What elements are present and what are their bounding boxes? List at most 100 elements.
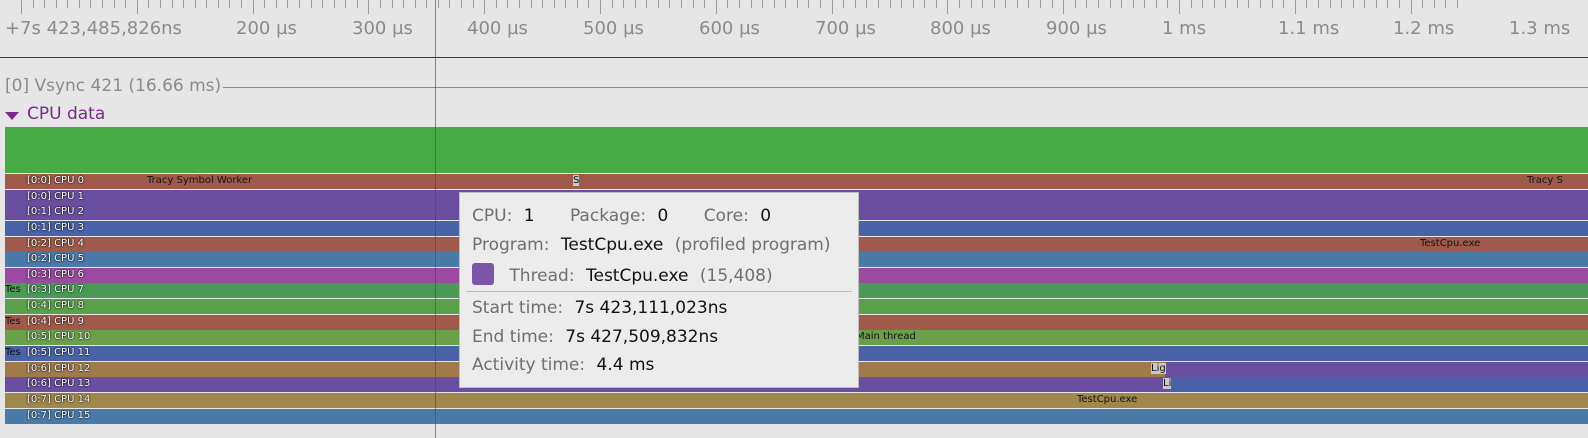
- cpu-row-label: [0:1] CPU 3: [27, 221, 84, 233]
- tooltip-cpu-value: 1: [523, 206, 535, 226]
- cpu-row[interactable]: [0:7] CPU 15: [5, 408, 1588, 424]
- ruler-tick: [1434, 0, 1435, 8]
- cpu-row-label: [0:4] CPU 8: [27, 300, 84, 312]
- cpu-row-label: [0:6] CPU 13: [27, 378, 91, 390]
- ruler-tick-label: 700 µs: [815, 18, 876, 39]
- ruler-tick: [1353, 0, 1354, 8]
- cpu-segment-label: Lig: [1151, 362, 1166, 374]
- ruler-tick: [1214, 0, 1215, 8]
- ruler-tick: [1179, 0, 1180, 14]
- cpu-segment[interactable]: [1165, 361, 1588, 377]
- cpu-segment-label: S: [573, 175, 580, 186]
- ruler-tick: [612, 0, 613, 8]
- ruler-tick: [368, 0, 369, 14]
- cpu-segment[interactable]: [1169, 377, 1588, 393]
- cpu-row[interactable]: [0:7] CPU 14 TestCpu.exe: [5, 392, 1588, 408]
- ruler-tick: [148, 0, 149, 8]
- cpu-row-label: [0:2] CPU 5: [27, 253, 84, 265]
- ruler-tick: [832, 0, 833, 14]
- ruler-tick: [1086, 0, 1087, 8]
- ruler-tick: [392, 0, 393, 8]
- cpu-row-label: [0:0] CPU 1: [27, 190, 84, 202]
- timeline-cursor-line: [435, 0, 436, 438]
- ruler-tick: [79, 0, 80, 8]
- tooltip-activity-value: 4.4 ms: [596, 355, 655, 375]
- collapse-triangle-icon[interactable]: [5, 112, 19, 120]
- ruler-tick: [1272, 0, 1273, 8]
- cpu-usage-graph[interactable]: [5, 127, 1588, 173]
- vsync-label: [0] Vsync 421 (16.66 ms): [5, 76, 224, 96]
- ruler-tick: [496, 0, 497, 8]
- ruler-tick: [172, 0, 173, 8]
- tooltip-core-key: Core:: [703, 206, 749, 226]
- ruler-tick: [299, 0, 300, 8]
- ruler-tick: [253, 0, 254, 14]
- ruler-tick: [936, 0, 937, 8]
- cpu-segment-label: Tracy S: [1527, 175, 1563, 186]
- cpu-row-label: [0:1] CPU 2: [27, 206, 84, 218]
- tooltip-program-value: TestCpu.exe: [560, 235, 664, 255]
- ruler-tick: [774, 0, 775, 8]
- ruler-tick: [600, 0, 601, 14]
- tooltip-start-line: Start time: 7s 423,111,023ns: [472, 298, 727, 318]
- cpu-row-label: [0:3] CPU 7: [27, 284, 84, 296]
- cpu-data-title: CPU data: [27, 104, 106, 124]
- vsync-row[interactable]: [0] Vsync 421 (16.66 ms): [0, 74, 1588, 98]
- ruler-tick: [1411, 0, 1412, 14]
- cpu-row-label: [0:6] CPU 12: [27, 362, 91, 374]
- ruler-tick: [565, 0, 566, 8]
- ruler-tick: [1260, 0, 1261, 8]
- ruler-tick: [102, 0, 103, 8]
- ruler-tick: [461, 0, 462, 8]
- tooltip-start-value: 7s 423,111,023ns: [574, 298, 728, 318]
- cpu-row-label: [0:3] CPU 6: [27, 268, 84, 280]
- tooltip-thread-key: Thread:: [509, 266, 575, 286]
- ruler-tick: [1133, 0, 1134, 8]
- ruler-tick: [751, 0, 752, 8]
- ruler-tick: [785, 0, 786, 8]
- cpu-segment-label: Tes: [5, 315, 21, 327]
- tooltip-end-line: End time: 7s 427,509,832ns: [472, 327, 718, 347]
- ruler-tick: [1248, 0, 1249, 8]
- ruler-tick-label: 1 ms: [1162, 18, 1207, 39]
- ruler-tick: [924, 0, 925, 8]
- tooltip-start-key: Start time:: [472, 298, 564, 318]
- ruler-tick: [693, 0, 694, 8]
- tooltip-core-value: 0: [760, 206, 772, 226]
- ruler-tick: [959, 0, 960, 8]
- tooltip-thread-line: Thread: TestCpu.exe (15,408): [472, 263, 773, 286]
- tooltip-program-key: Program:: [472, 235, 550, 255]
- ruler-tick: [1005, 0, 1006, 8]
- ruler-tick: [473, 0, 474, 8]
- ruler-tick: [1191, 0, 1192, 8]
- ruler-tick: [195, 0, 196, 8]
- cpu-row[interactable]: Tracy Symbol Worker [0:0] CPU 0 Tracy S S: [5, 174, 1588, 189]
- tooltip-end-key: End time:: [472, 327, 554, 347]
- ruler-tick: [241, 0, 242, 8]
- ruler-baseline: [0, 57, 1588, 58]
- ruler-tick: [380, 0, 381, 8]
- ruler-tick: [21, 0, 22, 14]
- ruler-tick: [1387, 0, 1388, 8]
- ruler-tick: [1144, 0, 1145, 8]
- ruler-tick: [438, 0, 439, 8]
- ruler-tick: [577, 0, 578, 8]
- ruler-tick: [114, 0, 115, 8]
- ruler-tick: [403, 0, 404, 8]
- cpu-row-label: [0:0] CPU 0: [27, 175, 84, 186]
- ruler-tick: [820, 0, 821, 8]
- timeline-ruler[interactable]: +7s 423,485,826ns 200 µs 300 µs 400 µs 500 …: [0, 0, 1588, 58]
- cpu-row-label: [0:4] CPU 9: [27, 315, 84, 327]
- ruler-tick: [646, 0, 647, 8]
- ruler-tick: [44, 0, 45, 8]
- ruler-tick: [947, 0, 948, 14]
- tooltip-thread-id: (15,408): [699, 266, 773, 286]
- cpu-segment-label: TestCpu.exe: [1077, 393, 1138, 405]
- ruler-tick: [866, 0, 867, 8]
- ruler-tick: [1341, 0, 1342, 8]
- ruler-tick: [276, 0, 277, 8]
- ruler-tick: [1167, 0, 1168, 8]
- tooltip-package-value: 0: [657, 206, 669, 226]
- ruler-tick-label: 1.2 ms: [1393, 18, 1455, 39]
- ruler-tick: [287, 0, 288, 8]
